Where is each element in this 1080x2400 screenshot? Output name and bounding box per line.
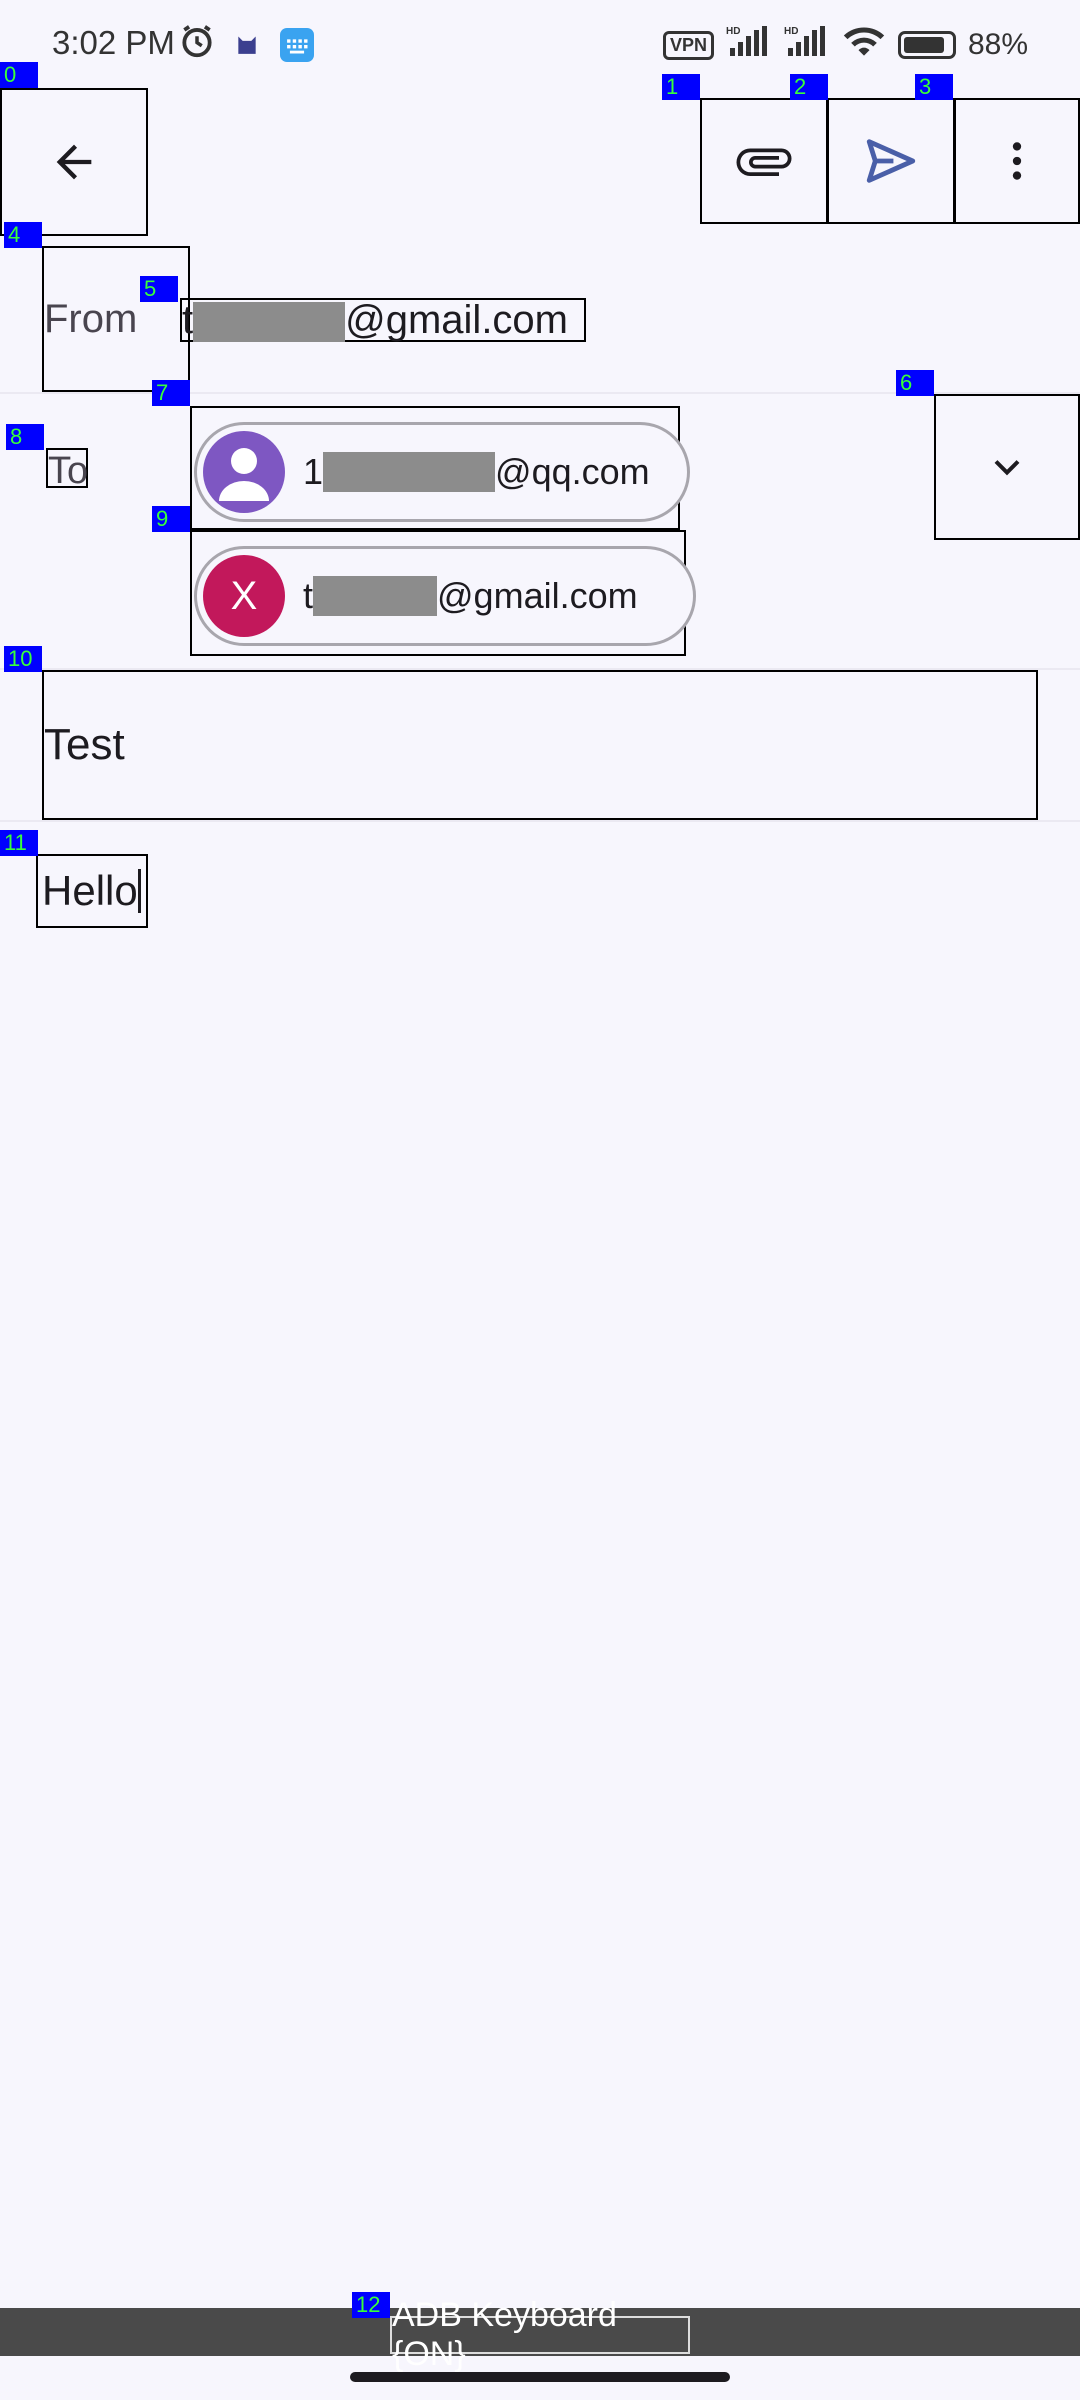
status-time: 3:02 PM — [52, 24, 175, 61]
svg-text:HD: HD — [726, 26, 740, 37]
to-label-box: To — [46, 448, 88, 492]
person-icon — [203, 431, 285, 513]
signal-hd-icon: HD — [726, 24, 772, 66]
overlay-tag: 4 — [4, 222, 42, 248]
arrow-left-icon — [56, 144, 92, 180]
subject-field[interactable]: Test — [42, 670, 1038, 820]
gesture-nav-handle[interactable] — [350, 2372, 730, 2382]
vpn-icon: VPN — [662, 30, 714, 60]
overlay-tag: 8 — [6, 424, 44, 450]
overlay-tag: 2 — [790, 74, 828, 100]
from-label: From — [44, 296, 138, 341]
overlay-tag: 7 — [152, 380, 190, 406]
chevron-down-icon — [994, 460, 1020, 476]
overlay-tag: 0 — [0, 62, 38, 88]
send-button[interactable] — [827, 98, 955, 224]
overlay-tag: 12 — [352, 2292, 390, 2318]
adb-keyboard-label-box[interactable]: ADB Keyboard {ON} — [390, 2296, 690, 2373]
to-label: To — [48, 450, 89, 492]
body-text: Hello — [42, 867, 138, 914]
more-vertical-icon — [1012, 142, 1022, 180]
overlay-tag: 3 — [915, 74, 953, 100]
battery-percent: 88% — [967, 28, 1028, 61]
recipient-chip-2[interactable]: X t @gmail.com — [190, 530, 696, 656]
divider — [0, 820, 1080, 822]
redacted-text — [193, 302, 346, 343]
from-label-box: From — [42, 246, 190, 392]
cat-icon — [234, 30, 260, 61]
attach-button[interactable] — [700, 98, 828, 224]
body-field[interactable]: Hello — [36, 854, 148, 928]
more-options-button[interactable] — [954, 98, 1080, 224]
text-cursor — [137, 869, 141, 913]
wifi-icon — [842, 24, 886, 66]
paperclip-icon — [736, 148, 792, 176]
status-icons: VPN HD HD 88% — [662, 24, 1028, 66]
from-address[interactable]: t @gmail.com — [180, 298, 586, 343]
redacted-text — [313, 576, 438, 616]
send-icon — [866, 139, 916, 183]
battery-icon — [897, 31, 956, 59]
overlay-tag: 9 — [152, 506, 190, 532]
subject-text: Test — [44, 720, 125, 769]
overlay-tag: 11 — [0, 830, 38, 856]
overlay-tag: 5 — [140, 276, 178, 302]
signal-hd-icon: HD — [784, 24, 830, 66]
redacted-text — [323, 452, 496, 492]
back-button[interactable] — [0, 88, 148, 236]
overlay-tag: 10 — [4, 646, 42, 672]
overlay-tag: 1 — [662, 74, 700, 100]
expand-recipients-button[interactable] — [934, 394, 1080, 540]
adb-keyboard-label: ADB Keyboard {ON} — [392, 2296, 617, 2373]
overlay-tag: 6 — [896, 370, 934, 396]
recipient-chip-1[interactable]: 1 @qq.com — [190, 406, 690, 530]
alarm-icon — [178, 22, 216, 65]
svg-text:HD: HD — [784, 26, 798, 37]
keyboard-icon — [280, 28, 314, 62]
avatar: X — [203, 555, 285, 637]
